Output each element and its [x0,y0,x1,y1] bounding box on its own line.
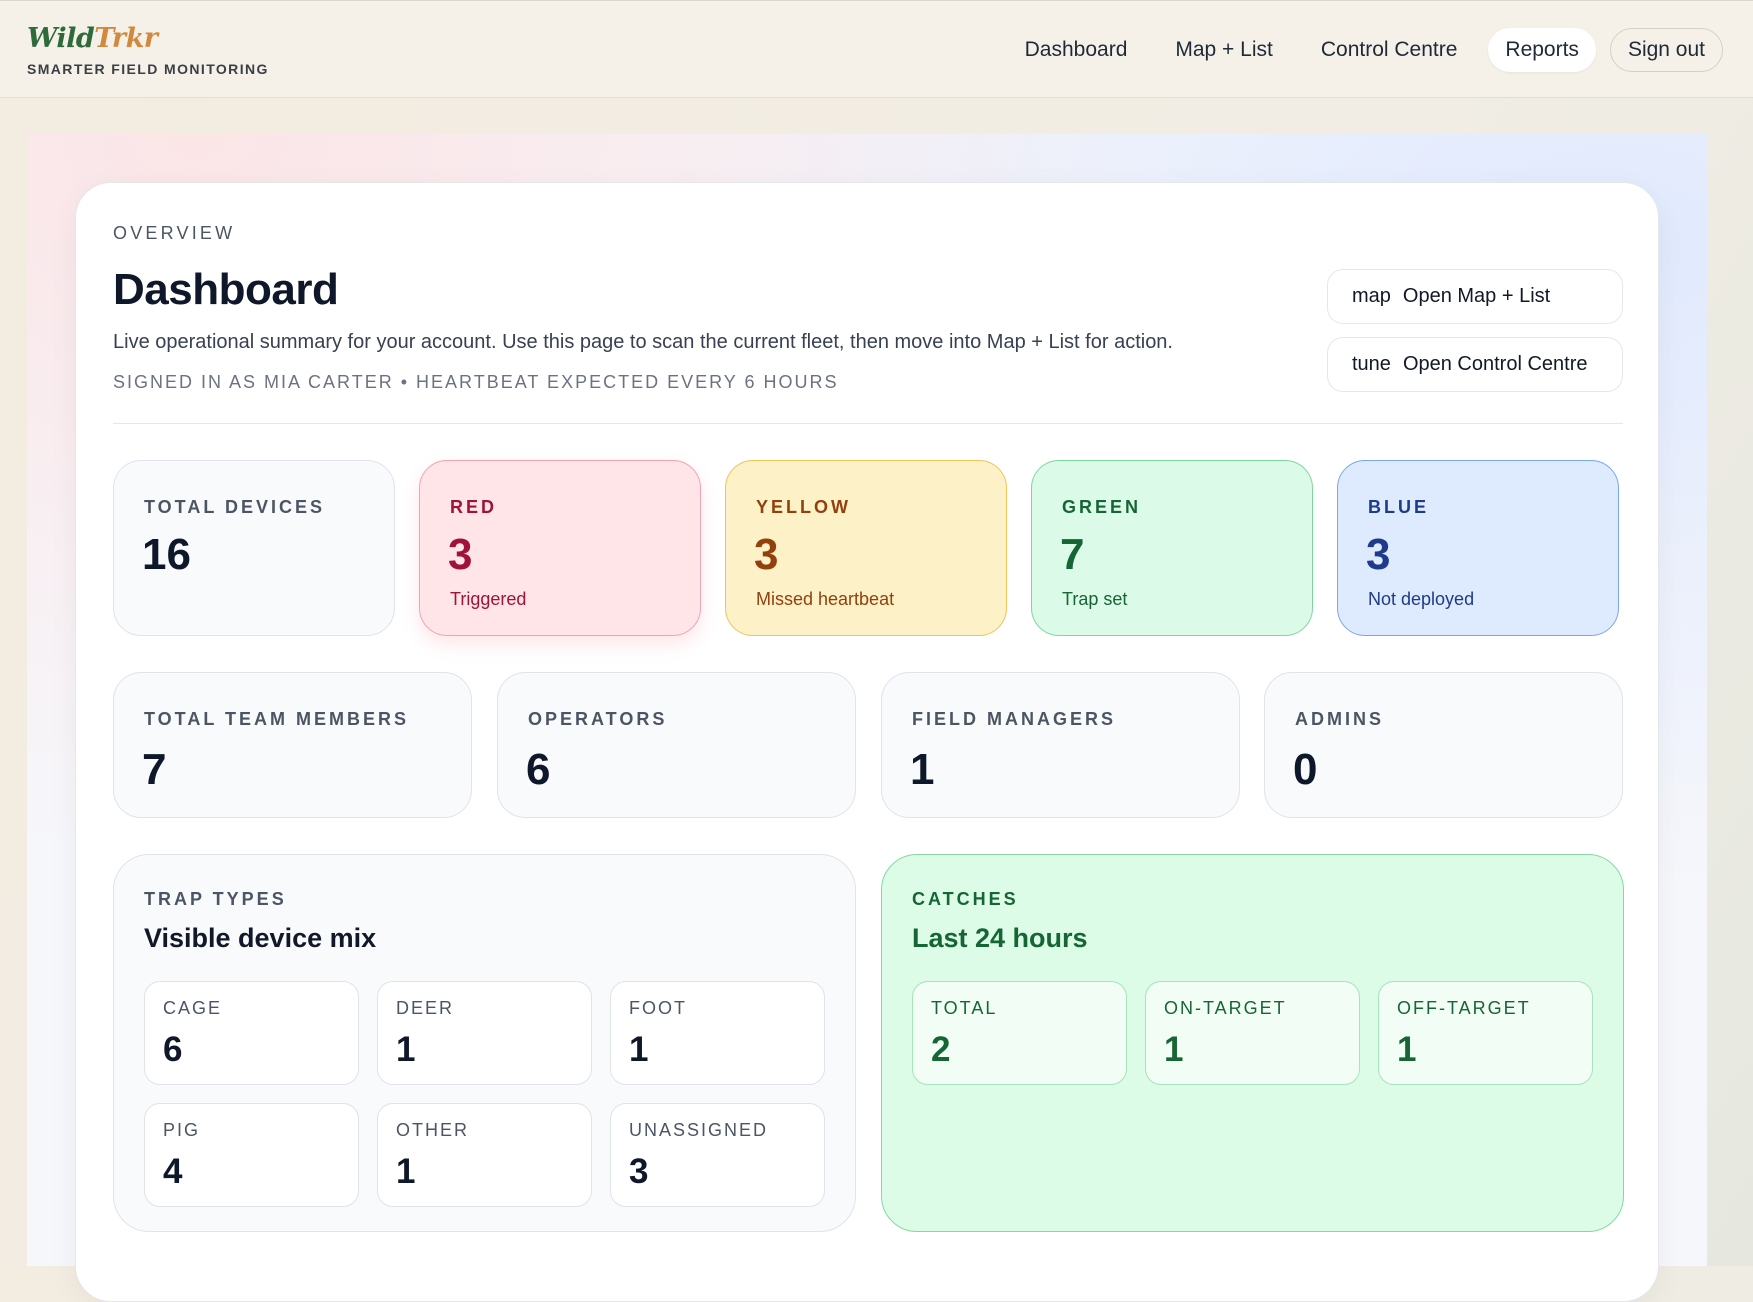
catch-stat-value: 1 [1397,1030,1417,1069]
trap-types-title: Visible device mix [144,923,377,953]
trap-type-value: 3 [629,1152,649,1191]
operators-card: Operators 6 [497,672,856,818]
tune-icon: tune [1352,353,1391,375]
page-title: Dashboard [113,265,339,314]
total-devices-card: Total devices 16 [113,460,395,636]
blue-status-value: 3 [1366,530,1391,579]
catch-stat-value: 1 [1164,1030,1184,1069]
catches-total: Total 2 [912,981,1127,1085]
red-status-value: 3 [448,530,473,579]
operators-label: Operators [528,709,668,729]
header-divider [113,423,1623,424]
brand-tagline: SMARTER FIELD MONITORING [27,61,269,77]
catches-panel: Catches Last 24 hours Total 2 On-target … [881,854,1624,1232]
map-icon: map [1352,285,1391,307]
yellow-status-label: Yellow [756,497,851,517]
trap-types-eyebrow: Trap types [144,889,287,909]
brand[interactable]: WildTrkr SMARTER FIELD MONITORING [27,25,269,77]
catch-stat-label: Total [931,998,998,1018]
trap-type-value: 1 [396,1152,416,1191]
catches-off-target: Off-target 1 [1378,981,1593,1085]
total-team-members-card: Total team members 7 [113,672,472,818]
catches-title: Last 24 hours [912,923,1088,953]
green-status-caption: Trap set [1062,589,1128,609]
admins-label: Admins [1295,709,1384,729]
red-status-card[interactable]: Red 3 Triggered [419,460,701,636]
field-managers-value: 1 [910,745,935,794]
trap-type-label: Other [396,1120,469,1140]
trap-type-label: Pig [163,1120,201,1140]
open-map-list-label: Open Map + List [1402,285,1551,307]
dashboard-panel: Overview Dashboard Live operational summ… [75,182,1659,1302]
catches-eyebrow: Catches [912,889,1019,909]
trap-type-value: 4 [163,1152,183,1191]
operators-value: 6 [526,745,551,794]
green-status-value: 7 [1060,530,1085,579]
trap-type-foot: Foot 1 [610,981,825,1085]
nav-reports[interactable]: Reports [1488,28,1596,72]
trap-type-value: 1 [396,1030,416,1069]
trap-type-deer: Deer 1 [377,981,592,1085]
catches-on-target: On-target 1 [1145,981,1360,1085]
admins-value: 0 [1293,745,1318,794]
catch-stat-label: On-target [1164,998,1287,1018]
red-status-caption: Triggered [450,589,527,609]
field-managers-card: Field managers 1 [881,672,1240,818]
trap-type-unassigned: Unassigned 3 [610,1103,825,1207]
open-map-list-button[interactable]: map Open Map + List [1327,269,1623,324]
total-team-members-label: Total team members [144,709,409,729]
nav-control-centre[interactable]: Control Centre [1304,28,1475,72]
green-status-card[interactable]: Green 7 Trap set [1031,460,1313,636]
trap-type-label: Deer [396,998,455,1018]
yellow-status-card[interactable]: Yellow 3 Missed heartbeat [725,460,1007,636]
trap-type-value: 6 [163,1030,183,1069]
field-managers-label: Field managers [912,709,1116,729]
trap-type-label: Foot [629,998,687,1018]
main-nav: Dashboard Map + List Control Centre Repo… [1008,28,1723,72]
trap-type-label: Unassigned [629,1120,769,1140]
sign-out-button[interactable]: Sign out [1609,28,1723,72]
red-status-label: Red [450,497,498,517]
total-devices-label: Total devices [144,497,326,517]
green-status-label: Green [1062,497,1142,517]
blue-status-label: Blue [1368,497,1429,517]
open-control-centre-label: Open Control Centre [1402,353,1588,375]
trap-type-label: Cage [163,998,223,1018]
nav-map-list[interactable]: Map + List [1158,28,1289,72]
catch-stat-value: 2 [931,1030,951,1069]
yellow-status-caption: Missed heartbeat [756,589,895,609]
yellow-status-value: 3 [754,530,779,579]
catch-stat-label: Off-target [1397,998,1531,1018]
open-control-centre-button[interactable]: tune Open Control Centre [1327,337,1623,392]
total-devices-value: 16 [142,530,191,579]
brand-logo: WildTrkr [27,23,158,54]
page-description: Live operational summary for your accoun… [113,331,1173,353]
blue-status-card[interactable]: Blue 3 Not deployed [1337,460,1619,636]
blue-status-caption: Not deployed [1368,589,1475,609]
trap-type-value: 1 [629,1030,649,1069]
trap-types-panel: Trap types Visible device mix Cage 6 Dee… [113,854,856,1232]
total-team-members-value: 7 [142,745,167,794]
top-bar: WildTrkr SMARTER FIELD MONITORING Dashbo… [0,0,1753,98]
trap-type-pig: Pig 4 [144,1103,359,1207]
session-meta: SIGNED IN AS MIA CARTER • HEARTBEAT EXPE… [113,372,839,392]
admins-card: Admins 0 [1264,672,1623,818]
trap-type-cage: Cage 6 [144,981,359,1085]
nav-dashboard[interactable]: Dashboard [1008,28,1145,72]
page-eyebrow: Overview [113,223,236,243]
trap-type-other: Other 1 [377,1103,592,1207]
